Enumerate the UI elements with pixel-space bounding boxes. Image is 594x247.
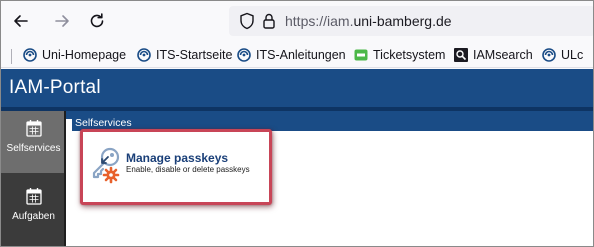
bookmark-ticketsystem[interactable]: Ticketsystem bbox=[354, 45, 445, 65]
url-domain: uni-bamberg.de bbox=[353, 13, 452, 29]
back-button[interactable] bbox=[9, 9, 33, 33]
bookmark-label: ULc bbox=[561, 48, 584, 62]
portal-title: IAM-Portal bbox=[9, 77, 101, 98]
reload-button[interactable] bbox=[85, 9, 109, 33]
bookmark-label: ITS-Startseite bbox=[156, 48, 233, 62]
bookmarks-separator bbox=[11, 49, 12, 64]
url-text[interactable]: https://iam.uni-bamberg.de bbox=[285, 13, 452, 29]
card-description: Enable, disable or delete passkeys bbox=[126, 165, 250, 174]
sidebar-item-label: Selfservices bbox=[6, 143, 61, 154]
url-prefix: https://iam. bbox=[285, 13, 354, 29]
calendar-icon bbox=[25, 188, 42, 205]
sidebar-item-selfservices[interactable]: Selfservices bbox=[1, 111, 66, 173]
bookmark-label: Ticketsystem bbox=[373, 48, 446, 62]
sidebar-item-label: Aufgaben bbox=[12, 211, 55, 222]
bookmark-iamsearch[interactable]: IAMsearch bbox=[454, 45, 533, 65]
bookmark-uni-homepage[interactable]: Uni-Homepage bbox=[23, 45, 126, 65]
card-title: Manage passkeys bbox=[126, 151, 229, 165]
bookmark-label: IAMsearch bbox=[473, 48, 533, 62]
forward-button[interactable] bbox=[50, 9, 74, 33]
calendar-icon bbox=[25, 120, 42, 137]
uni-swirl-icon bbox=[542, 48, 556, 62]
bookmark-its-startseite[interactable]: ITS-Startseite bbox=[137, 45, 232, 65]
bookmark-label: Uni-Homepage bbox=[42, 48, 127, 62]
portal-header: IAM-Portal bbox=[1, 69, 593, 107]
sidebar: Selfservices Aufgaben bbox=[1, 111, 66, 246]
browser-toolbar: https://iam.uni-bamberg.de bbox=[1, 1, 593, 41]
forward-arrow-icon bbox=[55, 15, 69, 27]
lock-icon[interactable] bbox=[262, 12, 276, 30]
bookmarks-bar: Uni-Homepage ITS-Startseite ITS-Anleitun… bbox=[1, 41, 593, 68]
browser-window: https://iam.uni-bamberg.de Uni-Homepage … bbox=[0, 0, 594, 247]
shield-icon[interactable] bbox=[239, 12, 255, 30]
uni-swirl-icon bbox=[237, 48, 251, 62]
uni-swirl-icon bbox=[23, 48, 37, 62]
section-title: Selfservices bbox=[75, 117, 132, 129]
back-arrow-icon bbox=[14, 15, 28, 27]
passkey-key-gear-icon bbox=[92, 147, 120, 184]
search-icon bbox=[454, 48, 468, 62]
ticketsystem-icon bbox=[354, 48, 368, 62]
bookmark-ulc[interactable]: ULc bbox=[542, 45, 583, 65]
bookmark-label: ITS-Anleitungen bbox=[256, 48, 346, 62]
bookmark-its-anleitungen[interactable]: ITS-Anleitungen bbox=[237, 45, 346, 65]
main-content: Selfservices Manage passkeys Enable, dis bbox=[66, 111, 593, 246]
sidebar-item-aufgaben[interactable]: Aufgaben bbox=[1, 179, 66, 241]
reload-icon bbox=[90, 13, 104, 28]
manage-passkeys-card[interactable]: Manage passkeys Enable, disable or delet… bbox=[80, 129, 272, 205]
uni-swirl-icon bbox=[137, 48, 151, 62]
address-bar[interactable]: https://iam.uni-bamberg.de bbox=[229, 6, 593, 36]
